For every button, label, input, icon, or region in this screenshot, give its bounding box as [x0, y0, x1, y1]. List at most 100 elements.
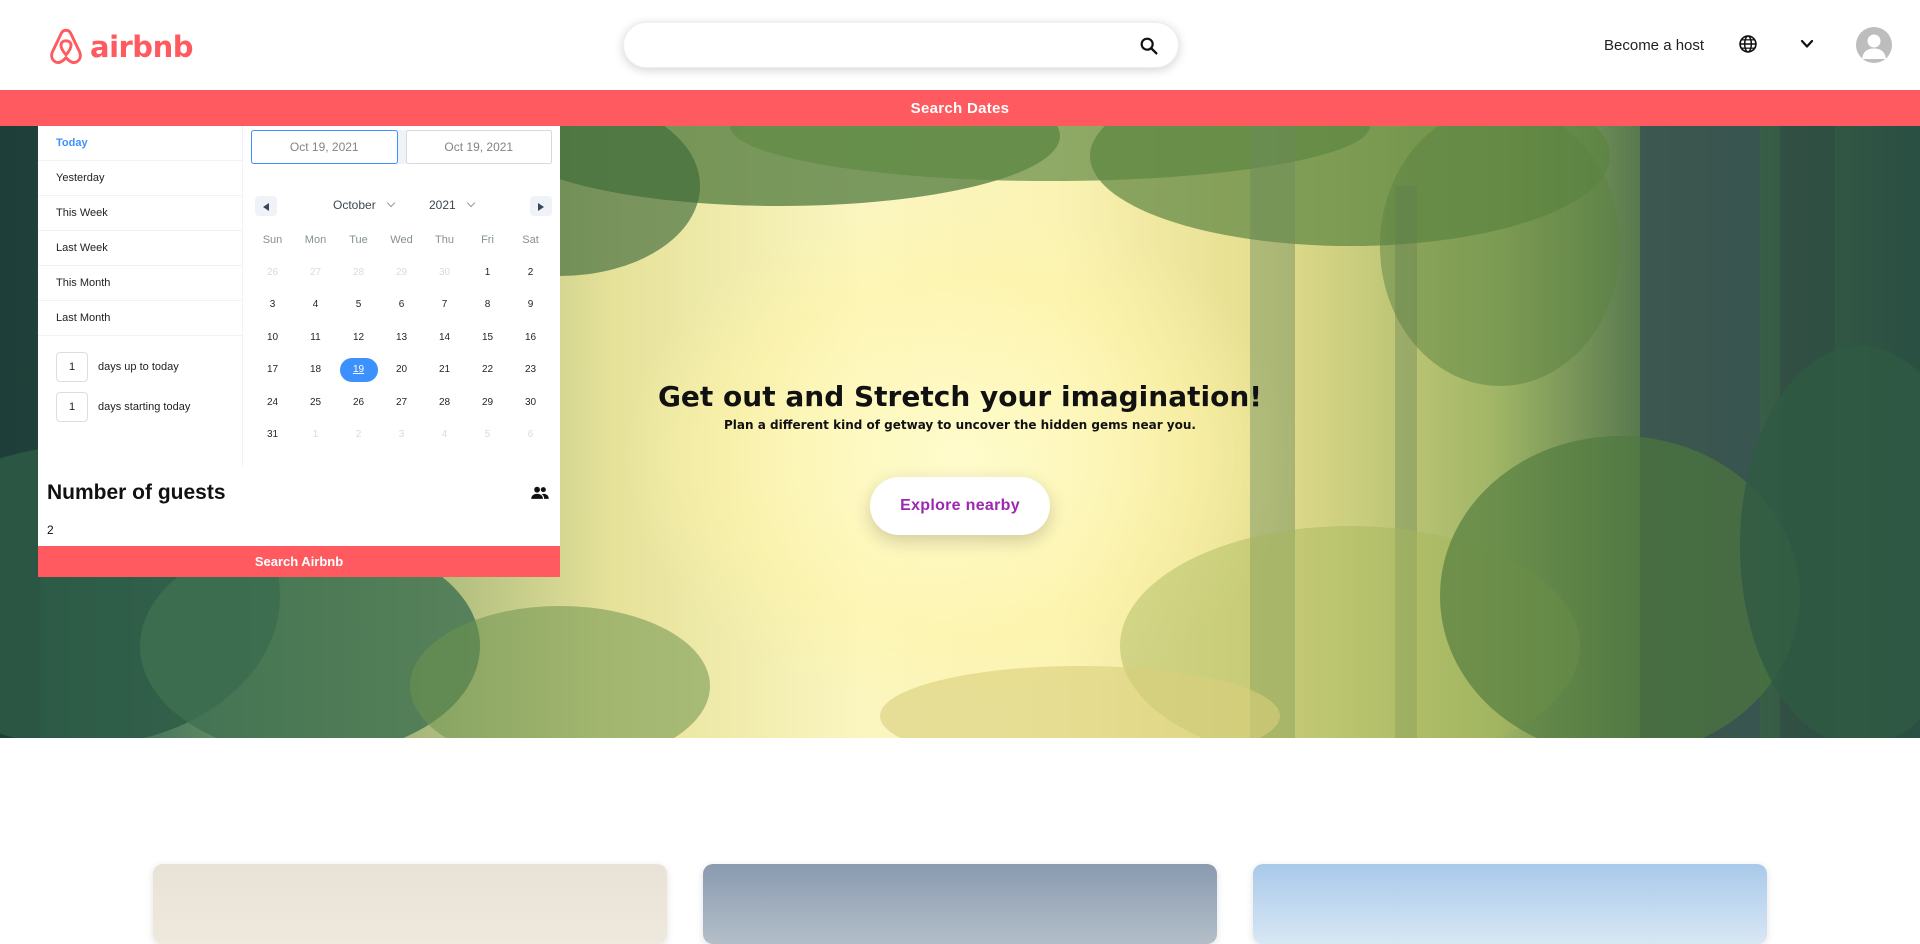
- calendar-day[interactable]: 23: [509, 354, 552, 387]
- day-number: 11: [310, 331, 321, 343]
- explore-nearby-button[interactable]: Explore nearby: [870, 477, 1050, 535]
- calendar-day[interactable]: 5: [337, 289, 380, 322]
- year-select[interactable]: 2021: [429, 198, 475, 212]
- calendar-day[interactable]: 25: [294, 386, 337, 419]
- calendar-day[interactable]: 2: [509, 256, 552, 289]
- range-last-month[interactable]: Last Month: [38, 301, 242, 336]
- calendar-day[interactable]: 30: [423, 256, 466, 289]
- day-number: 3: [398, 429, 405, 441]
- day-number: 23: [524, 364, 537, 376]
- calendar-day[interactable]: 5: [466, 419, 509, 452]
- destination-card[interactable]: [1253, 864, 1767, 944]
- day-number: 2: [527, 266, 534, 278]
- calendar-day[interactable]: 31: [251, 419, 294, 452]
- calendar-day[interactable]: 27: [294, 256, 337, 289]
- search-airbnb-button[interactable]: Search Airbnb: [38, 546, 560, 577]
- chevron-down-icon[interactable]: [1799, 36, 1815, 52]
- globe-icon[interactable]: [1738, 34, 1758, 54]
- range-this-week[interactable]: This Week: [38, 196, 242, 231]
- calendar-day[interactable]: 29: [466, 386, 509, 419]
- day-number: 28: [352, 266, 365, 278]
- day-number: 26: [266, 266, 279, 278]
- range-last-week[interactable]: Last Week: [38, 231, 242, 266]
- calendar-day[interactable]: 11: [294, 321, 337, 354]
- calendar-day[interactable]: 6: [509, 419, 552, 452]
- search-dates-bar[interactable]: Search Dates: [0, 90, 1920, 126]
- day-number: 9: [527, 299, 534, 311]
- end-date-field[interactable]: Oct 19, 2021: [405, 130, 552, 164]
- range-today[interactable]: Today: [38, 126, 242, 161]
- calendar-day[interactable]: 24: [251, 386, 294, 419]
- calendar-day[interactable]: 28: [337, 256, 380, 289]
- day-number: 16: [524, 331, 537, 343]
- calendar-day[interactable]: 1: [466, 256, 509, 289]
- day-number: 15: [481, 331, 494, 343]
- arrow-left-icon: [263, 202, 269, 211]
- calendar-day[interactable]: 27: [380, 386, 423, 419]
- day-number: 27: [309, 266, 322, 278]
- calendar-day[interactable]: 13: [380, 321, 423, 354]
- calendar-day[interactable]: 26: [251, 256, 294, 289]
- weekday-label: Sat: [522, 234, 539, 246]
- calendar-day[interactable]: 17: [251, 354, 294, 387]
- calendar-day[interactable]: 28: [423, 386, 466, 419]
- airbnb-logo[interactable]: airbnb: [48, 28, 193, 66]
- user-avatar-icon[interactable]: [1856, 27, 1892, 63]
- calendar-day[interactable]: 4: [423, 419, 466, 452]
- prev-month-button[interactable]: [255, 196, 277, 216]
- calendar-day[interactable]: 22: [466, 354, 509, 387]
- guests-title: Number of guests: [47, 481, 226, 504]
- static-ranges: Today Yesterday This Week Last Week This…: [38, 126, 243, 466]
- days-starting-today-input[interactable]: 1: [56, 392, 88, 422]
- days-up-to-today-input[interactable]: 1: [56, 352, 88, 382]
- calendar-day[interactable]: 12: [337, 321, 380, 354]
- calendar-day[interactable]: 9: [509, 289, 552, 322]
- calendar-day[interactable]: 7: [423, 289, 466, 322]
- calendar-day[interactable]: 30: [509, 386, 552, 419]
- day-number: 8: [484, 299, 491, 311]
- guests-value[interactable]: 2: [47, 523, 54, 537]
- calendar-day[interactable]: 16: [509, 321, 552, 354]
- weekday-label: Sun: [262, 234, 283, 246]
- range-this-month[interactable]: This Month: [38, 266, 242, 301]
- day-number: 24: [266, 396, 279, 408]
- calendar-day[interactable]: 18: [294, 354, 337, 387]
- day-number: 14: [438, 331, 451, 343]
- calendar-day[interactable]: 26: [337, 386, 380, 419]
- calendar-day[interactable]: 3: [380, 419, 423, 452]
- range-yesterday[interactable]: Yesterday: [38, 161, 242, 196]
- calendar-day[interactable]: 21: [423, 354, 466, 387]
- search-icon[interactable]: [1138, 35, 1160, 57]
- calendar-day[interactable]: 2: [337, 419, 380, 452]
- next-month-button[interactable]: [530, 196, 552, 216]
- destination-card[interactable]: [153, 864, 667, 944]
- calendar-day[interactable]: 6: [380, 289, 423, 322]
- day-number: 3: [269, 299, 276, 311]
- calendar-day[interactable]: 29: [380, 256, 423, 289]
- start-date-field[interactable]: Oct 19, 2021: [251, 130, 398, 164]
- calendar-day[interactable]: 14: [423, 321, 466, 354]
- calendar-day[interactable]: 15: [466, 321, 509, 354]
- calendar-day[interactable]: 10: [251, 321, 294, 354]
- day-number: 6: [398, 299, 405, 311]
- day-number: 4: [441, 429, 448, 441]
- day-number: 27: [395, 396, 408, 408]
- destination-card[interactable]: [703, 864, 1217, 944]
- become-host-link[interactable]: Become a host: [1604, 37, 1704, 54]
- month-select[interactable]: October: [333, 198, 395, 212]
- calendar-day[interactable]: 4: [294, 289, 337, 322]
- day-number: 7: [441, 299, 448, 311]
- calendar-day[interactable]: 20: [380, 354, 423, 387]
- search-bar[interactable]: [623, 22, 1179, 68]
- month-navigation: October 2021: [251, 194, 552, 218]
- calendar-day[interactable]: 8: [466, 289, 509, 322]
- date-display: Oct 19, 2021 Oct 19, 2021: [251, 130, 552, 164]
- weekday-label: Mon: [304, 234, 327, 246]
- day-number: 30: [524, 396, 537, 408]
- day-number: 31: [266, 429, 279, 441]
- calendar-day[interactable]: 3: [251, 289, 294, 322]
- logo-icon: [50, 28, 82, 64]
- calendar-day[interactable]: 1: [294, 419, 337, 452]
- day-number: 17: [266, 364, 279, 376]
- selected-day[interactable]: 19: [337, 354, 380, 387]
